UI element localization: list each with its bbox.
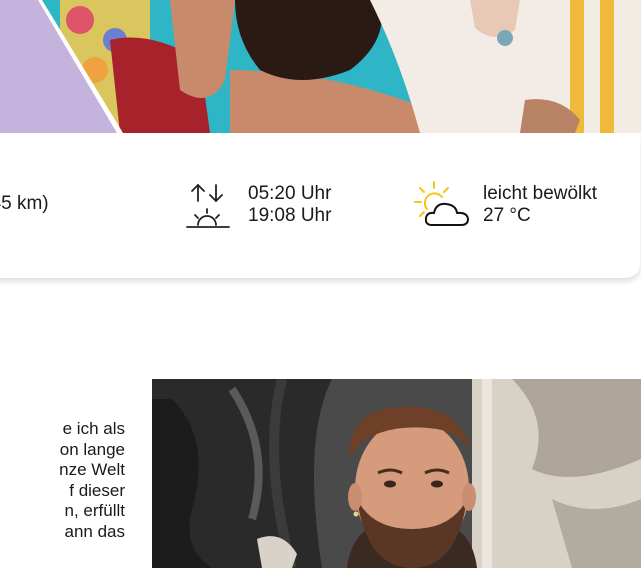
sunset-time: 19:08 Uhr xyxy=(248,205,332,226)
article-line: f dieser xyxy=(69,480,125,500)
sunrise-sunset-icon xyxy=(185,181,233,236)
article-line: ann das xyxy=(64,521,126,541)
article-line: n, erfüllt xyxy=(64,501,125,520)
hero-photo xyxy=(0,0,641,133)
temperature: 27 °C xyxy=(483,205,531,226)
article-line: e ich als xyxy=(62,419,125,438)
portrait-photo xyxy=(152,379,641,568)
article-text: e ich als on lange nze Welt f dieser n, … xyxy=(0,419,125,542)
distance-text: 645 km) xyxy=(0,193,49,214)
partly-cloudy-icon xyxy=(412,179,474,234)
article-line: nze Welt xyxy=(59,460,125,479)
article-line: on lange xyxy=(59,439,125,459)
sunrise-time: 05:20 Uhr xyxy=(248,183,332,204)
weather-description: leicht bewölkt xyxy=(483,183,598,204)
travel-info-card: 645 km) ka 05:20 Uhr 19:08 Uhr xyxy=(0,133,640,278)
